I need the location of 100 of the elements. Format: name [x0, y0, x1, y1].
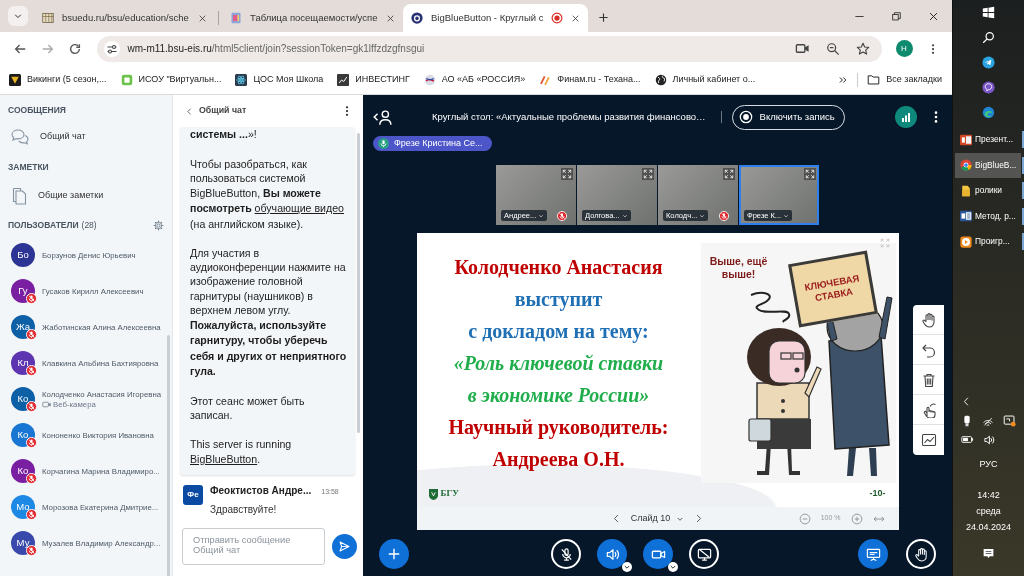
connection-status-icon[interactable]: [895, 106, 917, 128]
slide-text: Колодченко Анастасия: [454, 255, 663, 280]
camera-button[interactable]: [643, 539, 673, 569]
ring-logo-icon: [411, 12, 423, 24]
message-author: Феоктистов Андре...: [210, 483, 312, 498]
slides-app-icon: [960, 133, 972, 146]
taskbar-app[interactable]: Презент...: [955, 127, 1021, 153]
close-icon[interactable]: [386, 13, 395, 23]
more-bookmarks-icon[interactable]: [838, 74, 849, 85]
plus-icon: [387, 547, 401, 561]
battery-icon[interactable]: [961, 433, 974, 446]
welcome-text: Этот сеанс может быть записан.: [190, 393, 306, 423]
bookmark-link[interactable]: Финам.ru - Техана...: [539, 72, 641, 87]
video-link[interactable]: обучающие видео: [254, 202, 344, 215]
reload-icon[interactable]: [68, 41, 82, 56]
slide-number: -10-: [869, 487, 886, 501]
chart-icon[interactable]: [920, 432, 937, 448]
message-input[interactable]: Отправить сообщение Общий чат: [182, 528, 326, 565]
scrollbar[interactable]: [167, 335, 170, 576]
user-avatar: Фе: [183, 484, 203, 505]
paper-plane-icon[interactable]: [982, 56, 995, 69]
chevron-down-icon: [699, 212, 706, 219]
chevron-left-icon: [185, 106, 194, 116]
language-indicator[interactable]: РУС: [979, 457, 998, 473]
play-icon: [960, 235, 972, 248]
address-bar[interactable]: wm-m11.bsu-eis.ru/html5client/join?sessionToken=gk1lffzdzgfnsgui: [96, 35, 882, 62]
logo-text: БГУ: [440, 487, 459, 501]
speech-bubble-icon[interactable]: [982, 81, 995, 94]
browser-tab[interactable]: Таблица посещаемости/успе: [222, 4, 403, 32]
bookmark-link[interactable]: ИНВЕСТИНГ: [337, 72, 410, 87]
sidebar-item[interactable]: Общий чат: [0, 123, 172, 151]
chevron-down-icon: [783, 212, 790, 219]
url-text[interactable]: wm-m11.bsu-eis.ru/html5client/join?sessionToken=gk1lffzdzgfnsgui: [127, 41, 425, 56]
video-camera-icon[interactable]: [794, 41, 810, 56]
restore-icon[interactable]: [891, 10, 902, 22]
date-text[interactable]: 24.04.2024: [965, 519, 1011, 535]
settings-icon[interactable]: [153, 219, 164, 231]
bookmark-link[interactable]: Личный кабинет о...: [654, 72, 756, 87]
taskbar-app[interactable]: Проигр...: [955, 229, 1021, 255]
talking-indicator[interactable]: Фрезе Кристина Се...: [373, 136, 492, 151]
shield-logo-icon: [428, 488, 438, 500]
bookmark-link[interactable]: ЦОС Моя Школа: [235, 72, 324, 87]
actions-button[interactable]: [379, 539, 409, 569]
bookmark-link[interactable]: АО «АБ «РОССИЯ»: [423, 72, 526, 87]
browser-tab[interactable]: BigBlueButton - Круглый с: [403, 4, 589, 32]
audio-button[interactable]: [597, 539, 627, 569]
windows-logo-icon[interactable]: [982, 6, 995, 19]
zoom-out-icon[interactable]: [825, 41, 840, 56]
round-emblem-icon: [423, 73, 436, 86]
microphone-button[interactable]: [551, 539, 581, 569]
screen-share-button[interactable]: [689, 539, 719, 569]
swirl-icon[interactable]: [982, 106, 995, 119]
user-count: (28): [81, 219, 97, 231]
all-bookmarks-link[interactable]: Все закладки: [867, 72, 942, 87]
hand-icon[interactable]: [920, 311, 937, 328]
squiggle-line: [749, 291, 790, 323]
notification-icon[interactable]: [982, 547, 995, 560]
presentation-button[interactable]: [858, 539, 888, 569]
welcome-text: This server is running BigBlueButton.: [190, 437, 293, 466]
welcome-text: системы ...»!: [190, 127, 258, 142]
search-icon[interactable]: [982, 31, 995, 44]
chat-back-button[interactable]: Общий чат: [185, 104, 247, 118]
slide-selector[interactable]: Слайд 10: [630, 511, 685, 526]
user-avatar[interactable]: Бо: [11, 243, 35, 267]
running-indicator: [1022, 131, 1024, 148]
slide-text: в экономике России»: [467, 383, 650, 408]
slide-text: выступит: [514, 287, 603, 313]
speaker-icon[interactable]: [983, 433, 995, 446]
star-icon[interactable]: [855, 41, 870, 56]
taskbar-app[interactable]: Метод. р...: [955, 203, 1021, 229]
new-tab-icon[interactable]: [598, 12, 610, 23]
atom-icon: [235, 73, 248, 86]
folder-icon: [960, 184, 972, 197]
send-button[interactable]: [332, 534, 357, 559]
taskbar-app[interactable]: ролики: [955, 178, 1021, 204]
section-title: ПОЛЬЗОВАТЕЛИ: [8, 219, 79, 231]
clock-time[interactable]: 14:42: [965, 487, 1011, 503]
chat-icon: [10, 128, 30, 146]
scrollbar[interactable]: [357, 133, 360, 433]
taskbar-app[interactable]: BigBlueB...: [955, 152, 1021, 178]
welcome-text: Для участия в аудиоконференции нажмите на изображение головной гарнитуры (наушников) в верхнем левом углу. Пожалуйста, используйте гарнитуру, чтобы уберечь себя и других от неприятного гула.: [190, 245, 347, 380]
sliders-icon[interactable]: [103, 40, 120, 57]
weekday-text[interactable]: среда: [965, 503, 1011, 519]
running-indicator: [1022, 207, 1024, 225]
usb-drive-icon[interactable]: [961, 414, 973, 427]
chevron-down-icon[interactable]: [668, 562, 678, 572]
sidebar-item[interactable]: Общие заметки: [0, 182, 172, 210]
speaker-icon: [604, 546, 620, 562]
users-toggle-icon[interactable]: [372, 108, 392, 126]
close-icon[interactable]: [198, 13, 207, 23]
bookmark-link[interactable]: ИСОУ "Виртуальн...: [120, 72, 222, 87]
slide-text: Научный руководитель:: [448, 415, 669, 441]
raise-hand-button[interactable]: [906, 539, 936, 569]
close-icon[interactable]: [928, 10, 939, 22]
close-icon[interactable]: [571, 13, 581, 23]
bookmark-link[interactable]: Викинги (5 сезон,...: [9, 72, 107, 87]
profile-avatar[interactable]: H: [895, 40, 913, 57]
browser-tab[interactable]: bsuedu.ru/bsu/education/sche: [34, 4, 215, 32]
display-icon[interactable]: [1003, 414, 1016, 427]
chevron-down-icon[interactable]: [622, 562, 632, 572]
